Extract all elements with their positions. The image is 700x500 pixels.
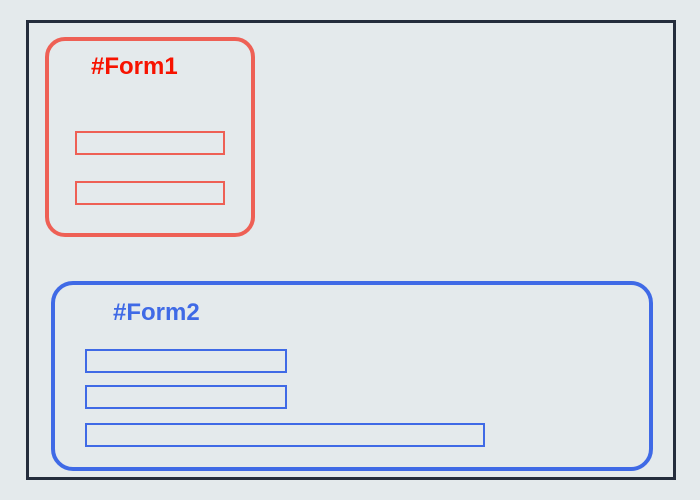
form1-label: #Form1 xyxy=(91,53,178,81)
form2-input-2[interactable] xyxy=(85,385,287,409)
page-container: #Form1 #Form2 xyxy=(26,20,676,480)
form1-container: #Form1 xyxy=(45,37,255,237)
form2-input-1[interactable] xyxy=(85,349,287,373)
form2-container: #Form2 xyxy=(51,281,653,471)
form1-input-1[interactable] xyxy=(75,131,225,155)
form2-label: #Form2 xyxy=(113,299,200,327)
form2-input-3[interactable] xyxy=(85,423,485,447)
form1-input-2[interactable] xyxy=(75,181,225,205)
